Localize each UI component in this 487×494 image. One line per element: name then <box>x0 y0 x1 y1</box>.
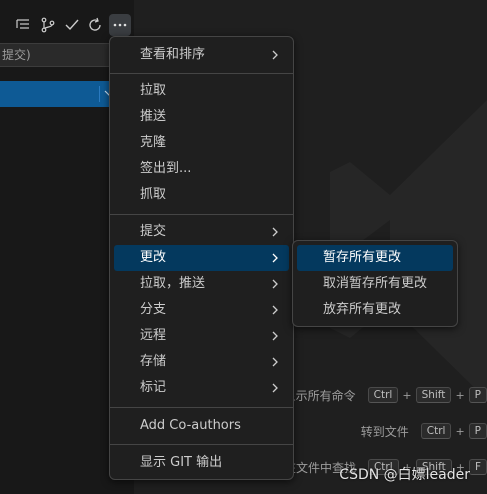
key-cap: P <box>468 387 487 403</box>
chevron-right-icon <box>272 331 278 341</box>
commit-button[interactable] <box>0 81 120 107</box>
key-cap: P <box>468 423 487 439</box>
commit-button-separator <box>99 86 100 102</box>
checkmark-icon[interactable] <box>61 14 83 36</box>
key-cap: F <box>468 459 487 475</box>
submenu-item-stage-all-changes[interactable]: 暂存所有更改 <box>297 245 453 271</box>
menu-item-label: 暂存所有更改 <box>323 250 402 265</box>
menu-item-remote[interactable]: 远程 <box>114 323 289 349</box>
shortcut-label: 转到文件 <box>360 424 409 439</box>
refresh-icon[interactable] <box>84 14 106 36</box>
menu-divider <box>110 214 293 215</box>
chevron-right-icon <box>272 305 278 315</box>
chevron-right-icon <box>272 279 278 289</box>
menu-item-view-and-sort[interactable]: 查看和排序 <box>114 42 289 68</box>
key-cap: Shift <box>415 387 452 403</box>
menu-item-stash[interactable]: 存储 <box>114 349 289 375</box>
menu-item-label: 推送 <box>140 109 167 124</box>
menu-item-label: 克隆 <box>140 135 167 150</box>
menu-item-label: Add Co-authors <box>140 418 241 433</box>
submenu-item-discard-all-changes[interactable]: 放弃所有更改 <box>297 297 453 323</box>
more-actions-icon[interactable] <box>109 14 131 36</box>
view-tree-icon[interactable] <box>12 14 34 36</box>
chevron-right-icon <box>272 383 278 393</box>
menu-item-label: 提交 <box>140 224 167 239</box>
menu-item-label: 分支 <box>140 302 167 317</box>
menu-item-label: 拉取，推送 <box>140 276 206 291</box>
submenu-item-unstage-all-changes[interactable]: 取消暂存所有更改 <box>297 271 453 297</box>
menu-item-label: 显示 GIT 输出 <box>140 455 223 470</box>
menu-item-label: 取消暂存所有更改 <box>323 276 428 291</box>
key-cap: Ctrl <box>367 387 399 403</box>
menu-item-pull[interactable]: 拉取 <box>114 78 289 104</box>
plus-sign: + <box>455 388 465 402</box>
chevron-right-icon <box>272 253 278 263</box>
menu-item-fetch[interactable]: 抓取 <box>114 182 289 208</box>
menu-item-clone[interactable]: 克隆 <box>114 130 289 156</box>
chevron-right-icon <box>272 357 278 367</box>
menu-item-push[interactable]: 推送 <box>114 104 289 130</box>
shortcut-row: 显示所有命令 Ctrl + Shift + P <box>284 384 487 406</box>
menu-item-label: 更改 <box>140 250 167 265</box>
menu-item-add-co-authors[interactable]: Add Co-authors <box>114 413 289 439</box>
changes-submenu: 暂存所有更改 取消暂存所有更改 放弃所有更改 <box>292 240 458 327</box>
shortcut-label: 显示所有命令 <box>283 388 356 403</box>
shortcut-row: 转到文件 Ctrl + P <box>361 420 487 442</box>
menu-item-label: 查看和排序 <box>140 47 206 62</box>
chevron-right-icon <box>272 227 278 237</box>
menu-divider <box>110 73 293 74</box>
menu-item-label: 标记 <box>140 380 167 395</box>
menu-item-show-git-output[interactable]: 显示 GIT 输出 <box>114 450 289 476</box>
watermark-credit: CSDN @白嫖leader <box>339 467 470 483</box>
menu-item-changes[interactable]: 更改 <box>114 245 289 271</box>
key-cap: Ctrl <box>420 423 452 439</box>
menu-divider <box>110 407 293 408</box>
menu-item-tags[interactable]: 标记 <box>114 375 289 401</box>
plus-sign: + <box>402 388 412 402</box>
menu-item-label: 拉取 <box>140 83 167 98</box>
menu-item-checkout-to[interactable]: 签出到... <box>114 156 289 182</box>
menu-item-label: 签出到... <box>140 161 192 176</box>
more-actions-menu: 查看和排序 拉取 推送 克隆 签出到... 抓取 提交 更改 拉取，推送 分支 … <box>109 36 294 480</box>
plus-sign: + <box>455 424 465 438</box>
menu-item-label: 远程 <box>140 328 167 343</box>
chevron-right-icon <box>272 50 278 60</box>
menu-item-label: 存储 <box>140 354 167 369</box>
menu-item-label: 抓取 <box>140 187 167 202</box>
menu-item-label: 放弃所有更改 <box>323 302 402 317</box>
branch-icon[interactable] <box>37 14 59 36</box>
menu-item-branch[interactable]: 分支 <box>114 297 289 323</box>
menu-divider <box>110 444 293 445</box>
menu-item-pull-push[interactable]: 拉取，推送 <box>114 271 289 297</box>
menu-item-commit[interactable]: 提交 <box>114 219 289 245</box>
